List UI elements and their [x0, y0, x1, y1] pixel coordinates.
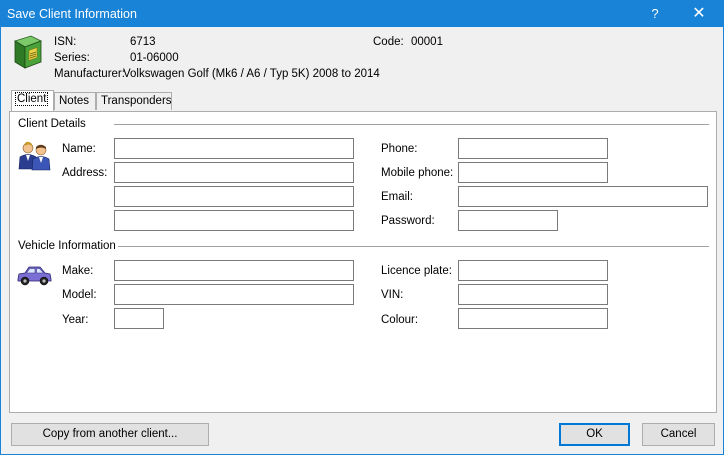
model-field[interactable] — [114, 284, 354, 305]
code-label: Code: — [373, 36, 404, 48]
client-details-divider — [114, 124, 709, 125]
phone-label: Phone: — [381, 143, 418, 155]
licence-plate-label: Licence plate: — [381, 265, 452, 277]
close-button[interactable]: ✕ — [677, 1, 721, 27]
email-field[interactable] — [458, 186, 708, 207]
licence-plate-field[interactable] — [458, 260, 608, 281]
name-field[interactable] — [114, 138, 354, 159]
code-value: 00001 — [411, 36, 443, 48]
green-book-icon — [14, 35, 42, 69]
series-value: 01-06000 — [130, 52, 179, 64]
phone-field[interactable] — [458, 138, 608, 159]
password-field[interactable] — [458, 210, 558, 231]
address-label: Address: — [62, 167, 108, 179]
series-label: Series: — [54, 52, 90, 64]
help-button[interactable]: ? — [633, 1, 677, 27]
window-title: Save Client Information — [7, 7, 137, 21]
manufacturer-label: Manufacturer: — [54, 68, 125, 80]
tab-notes[interactable]: Notes — [54, 92, 96, 110]
colour-field[interactable] — [458, 308, 608, 329]
year-field[interactable] — [114, 308, 164, 329]
address-line3-field[interactable] — [114, 210, 354, 231]
copy-from-client-button[interactable]: Copy from another client... — [11, 423, 209, 446]
isn-label: ISN: — [54, 36, 77, 48]
vin-field[interactable] — [458, 284, 608, 305]
password-label: Password: — [381, 215, 435, 227]
email-label: Email: — [381, 191, 413, 203]
model-label: Model: — [62, 289, 97, 301]
client-details-heading: Client Details — [18, 118, 86, 130]
mobile-phone-label: Mobile phone: — [381, 167, 454, 179]
isn-value: 6713 — [130, 36, 156, 48]
vin-label: VIN: — [381, 289, 404, 301]
mobile-phone-field[interactable] — [458, 162, 608, 183]
make-label: Make: — [62, 265, 94, 277]
dialog-window: Save Client Information ? ✕ ISN: 6713 Se… — [0, 0, 724, 455]
manufacturer-value: Volkswagen Golf (Mk6 / A6 / Typ 5K) 2008… — [123, 68, 380, 80]
car-icon — [17, 266, 52, 286]
make-field[interactable] — [114, 260, 354, 281]
people-icon — [18, 141, 51, 171]
ok-button[interactable]: OK — [559, 423, 630, 446]
colour-label: Colour: — [381, 314, 419, 326]
address-line1-field[interactable] — [114, 162, 354, 183]
cancel-button[interactable]: Cancel — [642, 423, 715, 446]
year-label: Year: — [62, 314, 89, 326]
title-bar[interactable]: Save Client Information ? ✕ — [1, 1, 723, 27]
vehicle-info-divider — [118, 246, 709, 247]
vehicle-info-heading: Vehicle Information — [18, 240, 116, 252]
tab-client[interactable]: Client — [11, 90, 54, 111]
tab-transponders[interactable]: Transponders — [96, 92, 172, 110]
address-line2-field[interactable] — [114, 186, 354, 207]
name-label: Name: — [62, 143, 96, 155]
